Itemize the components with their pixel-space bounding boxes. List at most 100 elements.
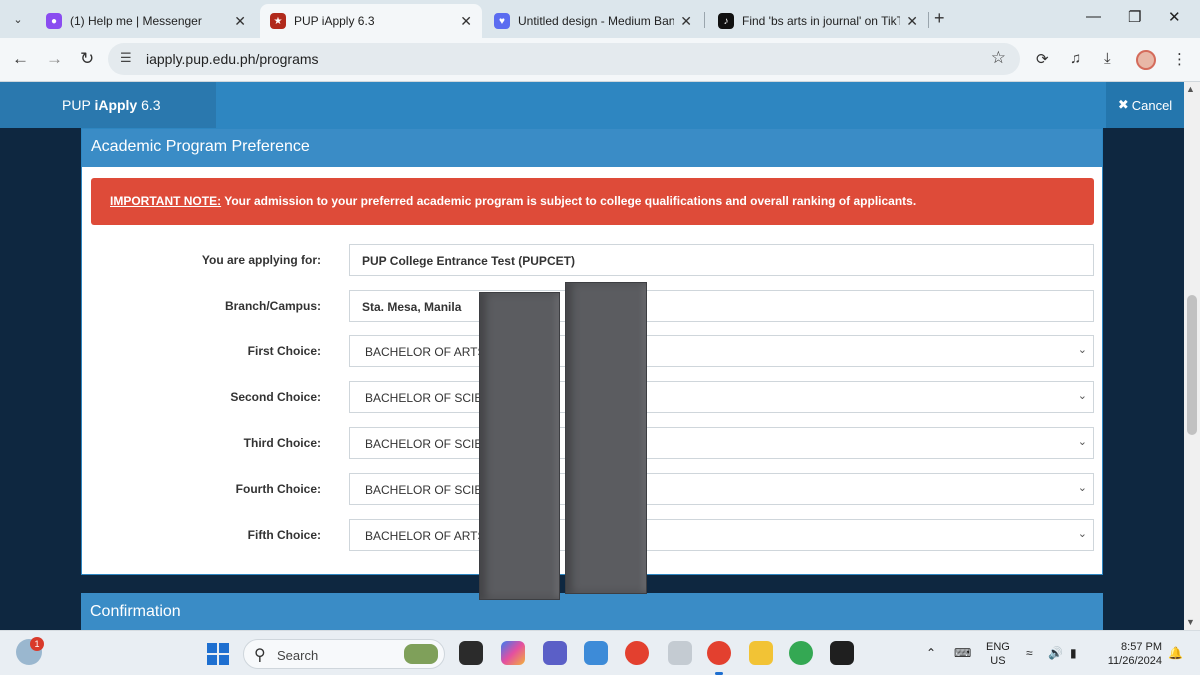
url-text[interactable]: iapply.pup.edu.ph/programs xyxy=(146,51,319,67)
app-icon[interactable] xyxy=(668,641,692,665)
input-language[interactable]: ENG US xyxy=(986,640,1010,668)
chrome-app-icon[interactable] xyxy=(789,641,813,665)
wifi-icon[interactable]: ≈ xyxy=(1026,646,1033,660)
applying-for-row: You are applying for: PUP College Entran… xyxy=(82,244,1104,276)
window-close-icon[interactable]: ✕ xyxy=(1168,8,1181,26)
campus-label: Branch/Campus: xyxy=(224,299,321,313)
minimize-icon[interactable]: — xyxy=(1086,8,1101,25)
panel-title: Academic Program Preference xyxy=(82,129,1102,167)
app-navbar: PUP iApply 6.3 ✖ Cancel xyxy=(0,82,1184,128)
applying-for-label: You are applying for: xyxy=(201,253,321,267)
select-value: BACHELOR OF SCIEN xyxy=(365,437,492,451)
m365-icon[interactable] xyxy=(584,641,608,665)
clock-date: 11/26/2024 xyxy=(1107,655,1162,667)
more-menu-icon[interactable]: ⋮ xyxy=(1172,50,1187,68)
file-explorer-icon[interactable] xyxy=(749,641,773,665)
second-choice-select[interactable]: BACHELOR OF SCIEN ⌄ xyxy=(349,381,1094,413)
brand-name: iApply xyxy=(94,97,138,113)
close-icon[interactable]: ✕ xyxy=(906,13,918,30)
redaction-block xyxy=(565,282,647,594)
search-highlight-image xyxy=(404,644,438,664)
applying-for-field: PUP College Entrance Test (PUPCET) xyxy=(349,244,1094,276)
second-choice-label: Second Choice: xyxy=(230,390,321,404)
tab-title: Untitled design - Medium Bann xyxy=(518,14,675,28)
scroll-down-icon[interactable]: ▼ xyxy=(1186,617,1195,627)
chrome-profile-icon[interactable] xyxy=(707,641,731,665)
important-note-alert: IMPORTANT NOTE: Your admission to your p… xyxy=(91,178,1094,225)
fourth-choice-label: Fourth Choice: xyxy=(235,482,321,496)
notification-badge: 1 xyxy=(30,637,44,651)
cancel-x-icon: ✖ xyxy=(1117,97,1129,112)
copilot-icon[interactable] xyxy=(501,641,525,665)
sticky-notes-icon[interactable] xyxy=(830,641,854,665)
fifth-choice-select[interactable]: BACHELOR OF ARTS I ⌄ xyxy=(349,519,1094,551)
confirmation-panel-header: Confirmation xyxy=(81,593,1103,630)
browser-toolbar: ← → ↻ ☰ iapply.pup.edu.ph/programs ☆ ⟳ ♫… xyxy=(0,38,1200,82)
tab-title: Find 'bs arts in journal' on TikTo xyxy=(742,14,901,28)
new-tab-button[interactable]: + xyxy=(934,8,945,29)
select-value: BACHELOR OF SCIEN xyxy=(365,391,492,405)
third-choice-select[interactable]: BACHELOR OF SCIEN ⌄ xyxy=(349,427,1094,459)
system-clock[interactable]: 8:57 PM 11/26/2024 xyxy=(1092,640,1162,668)
keyboard-icon[interactable]: ⌨ xyxy=(954,646,971,660)
battery-icon[interactable]: ▮ xyxy=(1070,646,1077,660)
pup-seal-icon: ★ xyxy=(270,13,286,29)
canva-icon: ♥ xyxy=(494,13,510,29)
restore-icon[interactable]: ❐ xyxy=(1128,8,1141,26)
fourth-choice-select[interactable]: BACHELOR OF SCIEN ⌄ xyxy=(349,473,1094,505)
reload-icon[interactable]: ↻ xyxy=(80,49,94,69)
note-label: IMPORTANT NOTE: xyxy=(110,194,222,208)
forward-arrow-icon[interactable]: → xyxy=(46,49,63,69)
browser-tab-strip: ⌄ ● (1) Help me | Messenger ✕ ★ PUP iApp… xyxy=(0,0,1200,38)
redaction-block xyxy=(479,292,560,600)
page-content: PUP iApply 6.3 ✖ Cancel Academic Program … xyxy=(0,82,1184,630)
close-icon[interactable]: ✕ xyxy=(460,13,472,30)
tab-title: PUP iApply 6.3 xyxy=(294,14,375,28)
chevron-down-icon: ⌄ xyxy=(1077,390,1087,402)
back-arrow-icon[interactable]: ← xyxy=(12,49,29,69)
tab-canva[interactable]: ♥ Untitled design - Medium Bann ✕ xyxy=(484,4,702,38)
tab-tiktok[interactable]: ♪ Find 'bs arts in journal' on TikTo ✕ xyxy=(708,4,928,38)
fifth-choice-label: Fifth Choice: xyxy=(247,528,321,542)
extensions-icon[interactable]: ⟳ xyxy=(1036,50,1049,68)
scrollbar-thumb[interactable] xyxy=(1187,295,1197,435)
volume-icon[interactable]: 🔊 xyxy=(1048,646,1063,660)
profile-avatar[interactable] xyxy=(1136,50,1156,70)
media-controls-icon[interactable]: ♫ xyxy=(1070,50,1081,67)
region-code: US xyxy=(990,655,1006,667)
campus-field: Sta. Mesa, Manila xyxy=(349,290,1094,322)
messenger-icon: ● xyxy=(46,13,62,29)
clock-time: 8:57 PM xyxy=(1121,641,1162,653)
tab-pup-iapply[interactable]: ★ PUP iApply 6.3 ✕ xyxy=(260,4,482,38)
cancel-button[interactable]: ✖ Cancel xyxy=(1106,82,1184,128)
tiktok-icon: ♪ xyxy=(718,13,734,29)
chevron-down-icon: ⌄ xyxy=(1077,528,1087,540)
first-choice-label: First Choice: xyxy=(247,344,321,358)
site-info-icon[interactable]: ☰ xyxy=(120,50,132,66)
select-value: BACHELOR OF SCIEN xyxy=(365,483,492,497)
address-bar[interactable]: ☰ iapply.pup.edu.ph/programs ☆ xyxy=(108,43,1020,75)
first-choice-select[interactable]: BACHELOR OF ARTS I ⌄ xyxy=(349,335,1094,367)
chevron-down-icon: ⌄ xyxy=(1077,436,1087,448)
scroll-up-icon[interactable]: ▲ xyxy=(1186,84,1195,94)
chevron-down-icon: ⌄ xyxy=(1077,482,1087,494)
taskbar-search[interactable]: ⚲ Search xyxy=(243,639,445,669)
task-view-icon[interactable] xyxy=(459,641,483,665)
download-icon[interactable]: ⤓ xyxy=(1104,50,1111,67)
search-placeholder: Search xyxy=(277,648,319,663)
brand-version: 6.3 xyxy=(137,97,161,113)
close-icon[interactable]: ✕ xyxy=(680,13,692,30)
bookmark-star-icon[interactable]: ☆ xyxy=(991,48,1006,68)
chrome-icon[interactable] xyxy=(625,641,649,665)
brand-prefix: PUP xyxy=(62,97,95,113)
app-brand[interactable]: PUP iApply 6.3 xyxy=(0,82,216,128)
tab-search-chevron-icon[interactable]: ⌄ xyxy=(6,7,30,31)
select-value: BACHELOR OF ARTS I xyxy=(365,345,493,359)
third-choice-label: Third Choice: xyxy=(243,436,321,450)
close-icon[interactable]: ✕ xyxy=(234,13,246,30)
show-hidden-icons-chevron-icon[interactable]: ⌃ xyxy=(926,646,936,660)
windows-start-icon[interactable] xyxy=(207,643,229,665)
notification-center-icon[interactable]: 🔔 xyxy=(1168,646,1183,660)
teams-icon[interactable] xyxy=(543,641,567,665)
tab-messenger[interactable]: ● (1) Help me | Messenger ✕ xyxy=(36,4,256,38)
